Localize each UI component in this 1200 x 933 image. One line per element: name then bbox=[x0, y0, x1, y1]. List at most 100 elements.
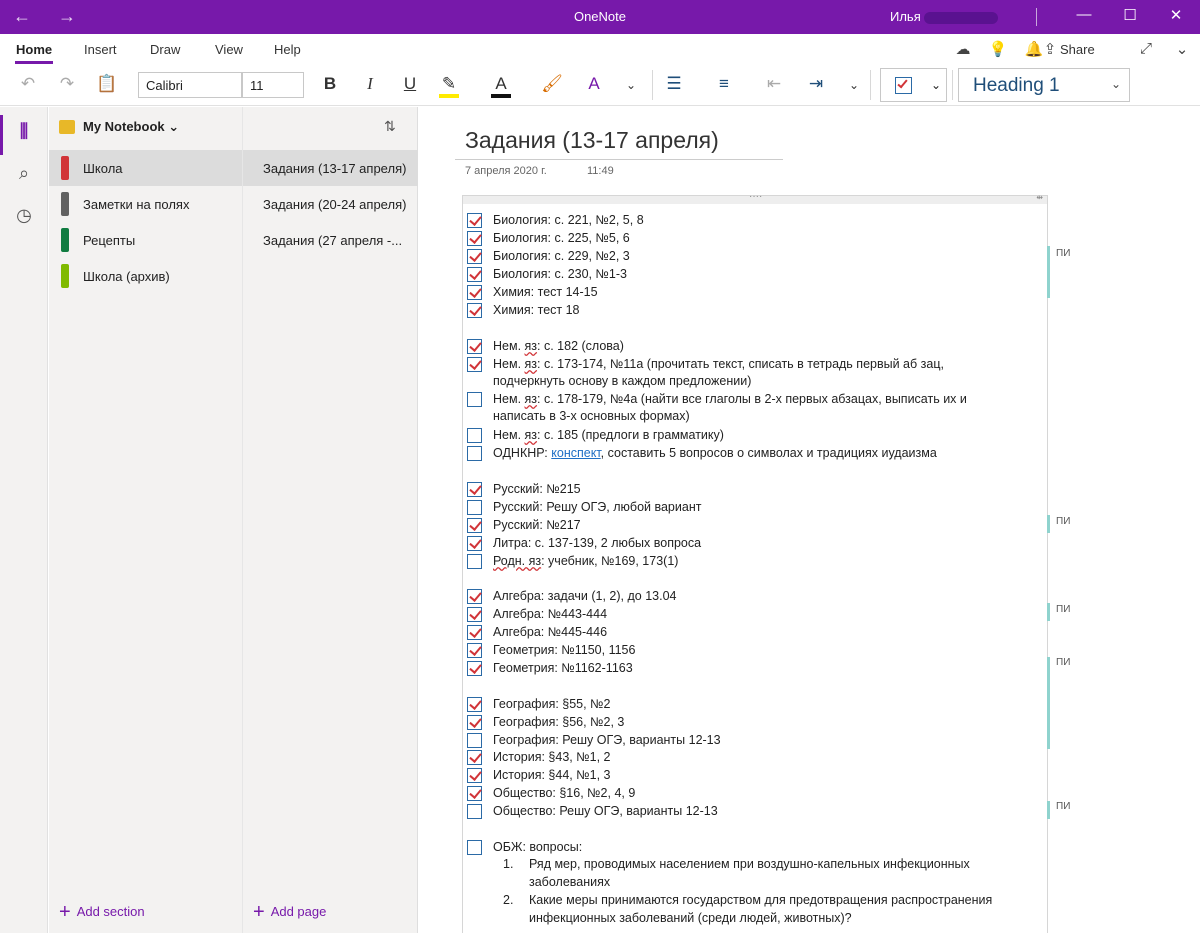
todo-checkbox[interactable] bbox=[467, 607, 482, 622]
author-change-bar bbox=[1047, 515, 1050, 533]
font-size-field[interactable]: 11 bbox=[242, 72, 304, 98]
tab-insert[interactable]: Insert bbox=[84, 42, 117, 57]
todo-checkbox[interactable] bbox=[467, 840, 482, 855]
page-label: Задания (27 апреля -... bbox=[263, 233, 403, 248]
tab-draw[interactable]: Draw bbox=[150, 42, 180, 57]
bullets-icon[interactable]: ☰ bbox=[662, 74, 686, 98]
section-item[interactable]: Заметки на полях bbox=[49, 186, 242, 222]
notebook-selector[interactable]: My Notebook ⌄ bbox=[83, 119, 179, 135]
todo-checkbox[interactable] bbox=[467, 357, 482, 372]
todo-text: Алгебра: задачи (1, 2), до 13.04 bbox=[493, 589, 677, 603]
add-section-button[interactable]: + Add section bbox=[59, 901, 145, 924]
todo-text: География: Решу ОГЭ, варианты 12-13 bbox=[493, 733, 721, 747]
todo-checkbox[interactable] bbox=[467, 768, 482, 783]
page-item[interactable]: Задания (13-17 апреля) bbox=[243, 150, 418, 186]
todo-checkbox[interactable] bbox=[467, 267, 482, 282]
minimize-icon[interactable]: — bbox=[1069, 6, 1099, 23]
underline-button[interactable]: U bbox=[400, 74, 420, 98]
todo-checkbox[interactable] bbox=[467, 285, 482, 300]
todo-text: Алгебра: №445-446 bbox=[493, 625, 608, 639]
numbering-icon[interactable]: ≡ bbox=[712, 74, 736, 98]
clear-formatting-icon[interactable]: A bbox=[582, 74, 606, 98]
page-title[interactable]: Задания (13-17 апреля) bbox=[465, 127, 719, 154]
sort-pages-icon[interactable]: ⇅ bbox=[384, 118, 396, 135]
page-item[interactable]: Задания (27 апреля -... bbox=[243, 222, 418, 258]
todo-checkbox[interactable] bbox=[467, 697, 482, 712]
note-container[interactable]: ···· ⇹ Биология: с. 221, №2, 5, 8 Биологи… bbox=[462, 191, 1048, 933]
maximize-icon[interactable]: ☐ bbox=[1115, 6, 1145, 24]
notebooks-icon[interactable]: ⫼ bbox=[0, 121, 48, 142]
todo-tag-dropdown[interactable]: ⌄ bbox=[880, 68, 947, 102]
bold-button[interactable]: B bbox=[320, 74, 340, 98]
todo-checkbox[interactable] bbox=[467, 213, 482, 228]
author-change-bar bbox=[1047, 603, 1050, 621]
todo-checkbox[interactable] bbox=[467, 303, 482, 318]
ribbon-collapse-icon[interactable]: ⌄ bbox=[1170, 40, 1194, 58]
container-drag-handle[interactable]: ···· ⇹ bbox=[463, 191, 1047, 204]
todo-checkbox[interactable] bbox=[467, 750, 482, 765]
recent-clock-icon[interactable]: ◷ bbox=[0, 205, 48, 226]
todo-checkbox[interactable] bbox=[467, 339, 482, 354]
highlight-icon[interactable]: ✎ bbox=[437, 74, 461, 98]
todo-checkbox[interactable] bbox=[467, 733, 482, 748]
spelling-error-word: яз bbox=[524, 392, 538, 406]
todo-checkbox[interactable] bbox=[467, 643, 482, 658]
section-item[interactable]: Школа bbox=[49, 150, 242, 186]
share-icon[interactable]: ⇪ bbox=[1040, 40, 1060, 58]
expand-icon[interactable]: ⤢ bbox=[1134, 40, 1158, 57]
sections-pane: My Notebook ⌄ Школа Заметки на полях Рецеп… bbox=[49, 107, 242, 933]
italic-button[interactable]: I bbox=[360, 74, 380, 98]
more-formatting-chevron-icon[interactable]: ⌄ bbox=[622, 78, 640, 102]
todo-checkbox[interactable] bbox=[467, 500, 482, 515]
plus-icon: + bbox=[59, 901, 71, 923]
font-color-icon[interactable]: A bbox=[489, 74, 513, 98]
sync-cloud-icon[interactable]: ☁ bbox=[951, 40, 975, 58]
todo-checkbox[interactable] bbox=[467, 804, 482, 819]
more-paragraph-chevron-icon[interactable]: ⌄ bbox=[845, 78, 863, 102]
todo-text: Биология: с. 221, №2, 5, 8 bbox=[493, 213, 644, 227]
hyperlink[interactable]: конспект bbox=[551, 446, 600, 460]
tab-help[interactable]: Help bbox=[274, 42, 301, 57]
format-painter-icon[interactable]: 🖌 bbox=[540, 74, 564, 98]
page-item[interactable]: Задания (20-24 апреля) bbox=[243, 186, 418, 222]
todo-text-part: Нем. bbox=[493, 339, 525, 353]
todo-checkbox[interactable] bbox=[467, 482, 482, 497]
ribbon-toolbar: ↶ ↷ 📋 Calibri 11 B I U ✎ A 🖌 A ⌄ ☰ ≡ ⇤ ⇥… bbox=[0, 66, 1200, 106]
user-name[interactable]: Илья bbox=[890, 9, 921, 24]
todo-checkbox[interactable] bbox=[467, 554, 482, 569]
undo-icon[interactable]: ↶ bbox=[16, 74, 40, 98]
section-item[interactable]: Рецепты bbox=[49, 222, 242, 258]
todo-checkbox[interactable] bbox=[467, 625, 482, 640]
spelling-error-word: яз bbox=[524, 357, 538, 371]
todo-checkbox[interactable] bbox=[467, 249, 482, 264]
todo-text: Общество: §16, №2, 4, 9 bbox=[493, 786, 636, 800]
todo-checkbox[interactable] bbox=[467, 715, 482, 730]
close-icon[interactable]: ✕ bbox=[1161, 6, 1191, 24]
increase-indent-icon[interactable]: ⇥ bbox=[804, 74, 828, 98]
share-button[interactable]: Share bbox=[1060, 42, 1095, 57]
style-dropdown[interactable]: Heading 1 ⌄ bbox=[958, 68, 1130, 102]
title-bar: ← → OneNote Илья — ☐ ✕ bbox=[0, 0, 1200, 34]
tab-home[interactable]: Home bbox=[16, 42, 52, 57]
todo-checkbox[interactable] bbox=[467, 589, 482, 604]
tab-view[interactable]: View bbox=[215, 42, 243, 57]
redo-icon[interactable]: ↷ bbox=[55, 74, 79, 98]
todo-checkbox[interactable] bbox=[467, 392, 482, 407]
todo-checkbox[interactable] bbox=[467, 536, 482, 551]
todo-checkbox[interactable] bbox=[467, 446, 482, 461]
section-item[interactable]: Школа (архив) bbox=[49, 258, 242, 294]
container-resize-icon[interactable]: ⇹ bbox=[1036, 193, 1043, 202]
search-icon[interactable]: ⌕ bbox=[0, 163, 48, 184]
todo-checkbox[interactable] bbox=[467, 428, 482, 443]
font-family-field[interactable]: Calibri bbox=[138, 72, 242, 98]
decrease-indent-icon[interactable]: ⇤ bbox=[762, 74, 786, 98]
page-canvas[interactable]: Задания (13-17 апреля) 7 апреля 2020 г. … bbox=[419, 107, 1200, 933]
add-page-button[interactable]: + Add page bbox=[253, 901, 326, 924]
todo-text: История: §43, №1, 2 bbox=[493, 750, 611, 764]
clipboard-icon[interactable]: 📋 bbox=[95, 74, 119, 98]
todo-checkbox[interactable] bbox=[467, 786, 482, 801]
todo-checkbox[interactable] bbox=[467, 518, 482, 533]
lightbulb-icon[interactable]: 💡 bbox=[986, 40, 1010, 58]
todo-checkbox[interactable] bbox=[467, 661, 482, 676]
todo-checkbox[interactable] bbox=[467, 231, 482, 246]
